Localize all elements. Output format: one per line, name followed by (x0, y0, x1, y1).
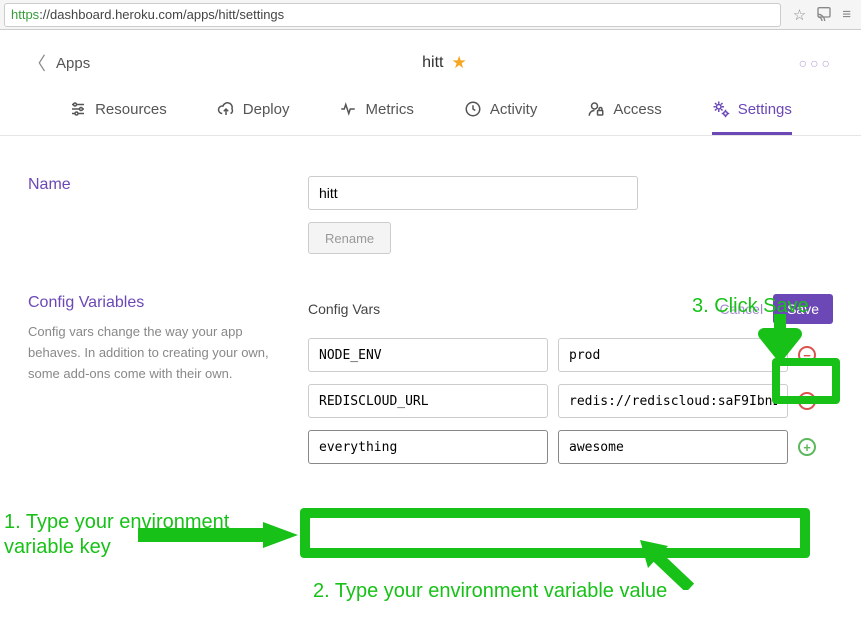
add-row-icon[interactable]: + (798, 438, 816, 456)
annotation-highlight-save (772, 358, 840, 404)
section-heading: Name (28, 176, 288, 194)
chrome-menu-icon[interactable]: ≡ (842, 6, 851, 23)
tab-access[interactable]: Access (587, 100, 661, 135)
config-var-key-input[interactable] (308, 384, 548, 418)
config-var-value-input[interactable] (558, 430, 788, 464)
arrow-right-icon (138, 520, 308, 550)
app-title: hitt ★ (422, 53, 467, 73)
config-var-value-input[interactable] (558, 384, 788, 418)
annotation-text-1: 1. Type your environment variable key (4, 510, 264, 560)
app-name: hitt (422, 54, 443, 72)
pulse-icon (339, 100, 357, 118)
tab-label: Settings (738, 101, 792, 118)
annotation-highlight-row (300, 508, 810, 558)
tab-label: Resources (95, 101, 167, 118)
tab-label: Activity (490, 101, 538, 118)
clock-icon (464, 100, 482, 118)
browser-address-bar: https ://dashboard.heroku.com/apps/hitt/… (0, 0, 861, 30)
cancel-link[interactable]: Cancel (719, 301, 763, 317)
url-box[interactable]: https ://dashboard.heroku.com/apps/hitt/… (4, 3, 781, 27)
rename-button[interactable]: Rename (308, 222, 391, 254)
config-vars-section: Config Variables Config vars change the … (28, 294, 833, 476)
section-heading: Config Variables (28, 294, 288, 312)
tab-activity[interactable]: Activity (464, 100, 538, 135)
tab-resources[interactable]: Resources (69, 100, 167, 135)
app-name-input[interactable] (308, 176, 638, 210)
config-var-row: − (308, 338, 833, 372)
cast-icon[interactable] (816, 5, 832, 25)
chevron-left-icon: 〈 (28, 50, 46, 76)
more-menu-icon[interactable]: ○○○ (799, 55, 833, 71)
config-var-row: − (308, 384, 833, 418)
config-var-key-input[interactable] (308, 338, 548, 372)
name-section: Name Rename (28, 176, 833, 254)
upload-cloud-icon (217, 100, 235, 118)
tab-label: Access (613, 101, 661, 118)
user-lock-icon (587, 100, 605, 118)
tab-label: Metrics (365, 101, 413, 118)
save-button[interactable]: Save (773, 294, 833, 324)
tab-metrics[interactable]: Metrics (339, 100, 413, 135)
config-var-key-input[interactable] (308, 430, 548, 464)
config-var-value-input[interactable] (558, 338, 788, 372)
section-description: Config vars change the way your app beha… (28, 322, 288, 384)
tab-deploy[interactable]: Deploy (217, 100, 290, 135)
annotation-text-2: 2. Type your environment variable value (313, 580, 667, 603)
tab-label: Deploy (243, 101, 290, 118)
url-rest: ://dashboard.heroku.com/apps/hitt/settin… (39, 7, 284, 22)
star-outline-icon[interactable]: ☆ (793, 6, 806, 24)
back-label: Apps (56, 55, 90, 72)
config-vars-panel-heading: Config Vars (308, 301, 380, 317)
sliders-icon (69, 100, 87, 118)
favorite-star-icon[interactable]: ★ (451, 53, 466, 73)
tab-bar: Resources Deploy Metrics Activity Access (0, 88, 861, 136)
back-to-apps[interactable]: 〈 Apps (28, 50, 90, 76)
config-var-row: + (308, 430, 833, 464)
tab-settings[interactable]: Settings (712, 100, 792, 135)
url-scheme: https (5, 7, 39, 22)
gears-icon (712, 100, 730, 118)
